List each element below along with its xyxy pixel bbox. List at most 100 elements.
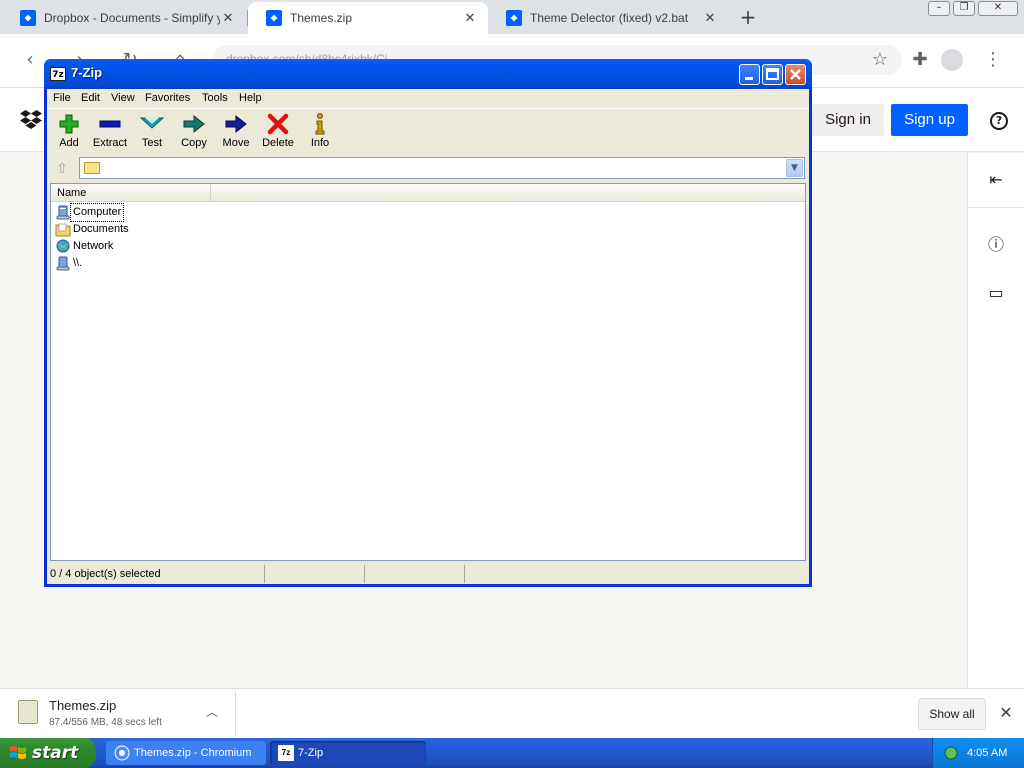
status-cell	[264, 565, 364, 583]
clock[interactable]: 4:05 AM	[967, 738, 1007, 768]
menu-help[interactable]: Help	[239, 92, 262, 104]
dropbox-favicon-icon	[506, 10, 522, 26]
sevenzip-title-bar[interactable]: 7z 7-Zip	[44, 59, 812, 89]
rail-divider	[968, 207, 1024, 208]
column-header-name[interactable]: Name	[51, 184, 211, 202]
menu-view[interactable]: View	[111, 92, 135, 104]
item-label: Documents	[73, 223, 129, 235]
minimize-icon	[745, 77, 753, 80]
start-label: start	[32, 743, 79, 763]
close-download-shelf-icon[interactable]: ✕	[997, 704, 1015, 722]
move-label: Move	[222, 137, 250, 149]
menu-edit[interactable]: Edit	[81, 92, 100, 104]
taskbar-item-chromium[interactable]: Themes.zip - Chromium	[106, 741, 266, 765]
back-arrow-icon[interactable]: ‹	[18, 48, 42, 72]
sevenzip-logo-icon: 7z	[50, 67, 66, 81]
move-icon	[225, 114, 247, 134]
start-button[interactable]: start	[0, 738, 96, 768]
extensions-puzzle-icon[interactable]: ✚	[908, 48, 932, 72]
collapse-panel-icon[interactable]: ⇤	[985, 169, 1007, 191]
sign-up-button[interactable]: Sign up	[891, 104, 968, 136]
window-title: 7-Zip	[71, 65, 103, 80]
status-cell	[464, 565, 564, 583]
menu-bar: File Edit View Favorites Tools Help	[47, 89, 809, 108]
up-folder-icon[interactable]: ⇧	[51, 159, 73, 179]
info-button[interactable]: Info	[298, 112, 342, 154]
tab-theme-delector[interactable]: Theme Delector (fixed) v2.bat ✕	[488, 2, 728, 34]
address-row: ⇧ ▼	[47, 157, 809, 181]
sevenzip-toolbar: Add Extract Test Copy Move Delete Info	[47, 108, 809, 156]
network-tray-icon[interactable]	[943, 745, 959, 761]
copy-button[interactable]: Copy	[172, 112, 216, 154]
extract-button[interactable]: Extract	[88, 112, 132, 154]
profile-avatar[interactable]	[941, 49, 963, 71]
tab-title: Themes.zip	[290, 11, 353, 25]
browser-tab-strip: Dropbox - Documents - Simplify your life…	[0, 0, 1024, 34]
maximize-button[interactable]	[762, 64, 783, 85]
delete-label: Delete	[262, 137, 294, 149]
close-tab-icon[interactable]: ✕	[702, 10, 718, 26]
extract-icon	[99, 120, 121, 128]
info-label: Info	[310, 137, 330, 149]
test-button[interactable]: Test	[130, 112, 174, 154]
add-button[interactable]: Add	[47, 112, 91, 154]
minimize-window-button[interactable]: –	[928, 1, 950, 16]
info-icon	[315, 113, 325, 135]
comment-icon[interactable]: ▭	[985, 282, 1007, 304]
chevron-up-icon[interactable]: ︿	[204, 703, 220, 719]
sign-in-button[interactable]: Sign in	[812, 104, 884, 136]
bookmark-star-icon[interactable]: ☆	[868, 48, 892, 72]
sevenzip-logo-icon: 7z	[278, 745, 294, 761]
system-tray: 4:05 AM	[932, 738, 1024, 768]
download-shelf: Themes.zip 87.4/556 MB, 48 secs left ︿ S…	[0, 688, 1024, 738]
computer-icon	[56, 205, 70, 220]
dropbox-favicon-icon	[266, 10, 282, 26]
test-label: Test	[141, 137, 163, 149]
tab-title: Dropbox - Documents - Simplify your life	[44, 11, 220, 25]
taskbar-item-7zip[interactable]: 7z 7-Zip	[270, 741, 426, 765]
close-tab-icon[interactable]: ✕	[462, 10, 478, 26]
tab-themes-zip[interactable]: Themes.zip ✕	[248, 2, 488, 34]
dropbox-right-rail: ⇤ ⓘ ▭	[967, 153, 1024, 689]
close-window-button[interactable]: ✕	[978, 1, 1018, 16]
copy-icon	[183, 114, 205, 134]
chromium-icon	[114, 745, 130, 761]
move-button[interactable]: Move	[214, 112, 258, 154]
tab-dropbox-documents[interactable]: Dropbox - Documents - Simplify your life…	[2, 2, 246, 34]
status-cell	[364, 565, 464, 583]
dropbox-favicon-icon	[20, 10, 36, 26]
windows-flag-icon	[10, 746, 26, 759]
close-tab-icon[interactable]: ✕	[220, 10, 236, 26]
add-label: Add	[59, 137, 79, 149]
download-item[interactable]: Themes.zip 87.4/556 MB, 48 secs left ︿	[2, 691, 236, 735]
menu-favorites[interactable]: Favorites	[145, 92, 190, 104]
dropbox-logo-icon[interactable]	[20, 110, 42, 130]
maximize-icon	[766, 68, 779, 80]
item-label: \\.	[73, 257, 83, 269]
download-status: 87.4/556 MB, 48 secs left	[49, 717, 162, 728]
minimize-button[interactable]	[739, 64, 760, 85]
list-header: Name	[51, 184, 805, 202]
taskbar-item-label: Themes.zip - Chromium	[134, 747, 252, 759]
file-list: Name Computer Documents Network \\.	[50, 183, 806, 561]
restore-window-button[interactable]: ❐	[953, 1, 975, 16]
extract-label: Extract	[92, 137, 128, 149]
menu-tools[interactable]: Tools	[202, 92, 228, 104]
close-button[interactable]	[785, 64, 806, 85]
taskbar-item-label: 7-Zip	[298, 747, 324, 759]
new-tab-button[interactable]: +	[737, 5, 759, 29]
show-all-button[interactable]: Show all	[918, 698, 986, 730]
sevenzip-window: 7z 7-Zip File Edit View Favorites Tools …	[44, 59, 812, 587]
path-combobox[interactable]: ▼	[79, 157, 805, 179]
help-icon[interactable]: ?	[990, 112, 1008, 130]
browser-menu-icon[interactable]: ⋮	[981, 48, 1005, 72]
test-icon	[139, 117, 165, 129]
menu-file[interactable]: File	[53, 92, 71, 104]
info-circle-icon[interactable]: ⓘ	[985, 234, 1007, 256]
tab-title: Theme Delector (fixed) v2.bat	[530, 11, 689, 25]
download-file-name: Themes.zip	[49, 698, 117, 713]
delete-button[interactable]: Delete	[256, 112, 300, 154]
status-selection: 0 / 4 object(s) selected	[50, 568, 161, 580]
chevron-down-icon[interactable]: ▼	[786, 159, 803, 177]
zip-file-icon	[18, 700, 38, 724]
